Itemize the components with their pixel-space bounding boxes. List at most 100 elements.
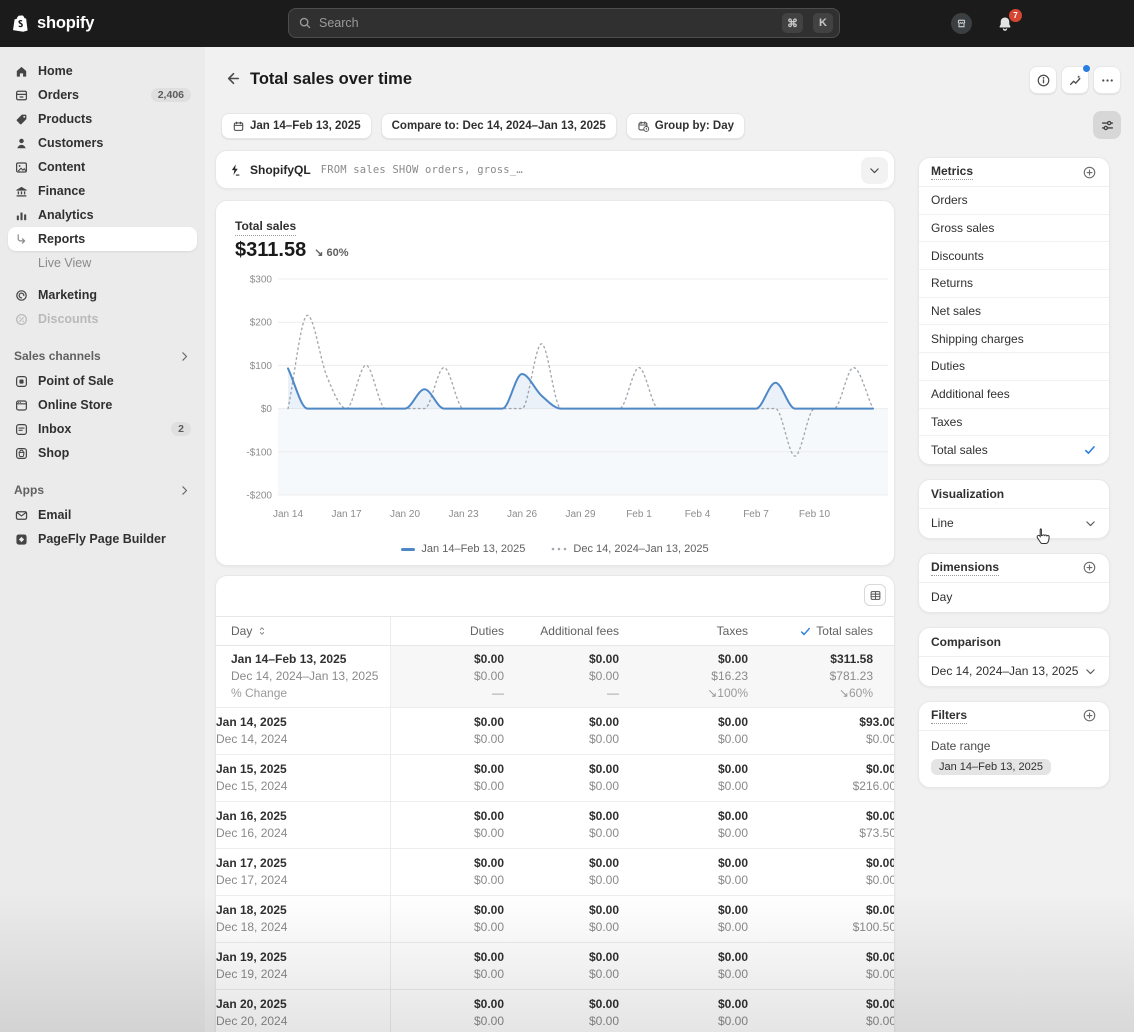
sidebar-item-analytics[interactable]: Analytics (8, 203, 197, 227)
store-avatar-button[interactable] (950, 13, 972, 35)
column-header-taxes[interactable]: Taxes (619, 624, 748, 638)
metric-item-total-sales[interactable]: Total sales (919, 436, 1109, 464)
sidebar-section-sales-channels[interactable]: Sales channels (8, 343, 197, 369)
new-feature-dot (1083, 65, 1090, 72)
table-card: DayDutiesAdditional feesTaxesTotal sales… (215, 575, 895, 1032)
day-cell: Jan 16, 2025Dec 16, 2024 (216, 802, 391, 848)
metric-item-taxes[interactable]: Taxes (919, 409, 1109, 437)
value-cell: $0.00$0.00 (748, 990, 895, 1032)
sidebar-item-pagefly-page-builder[interactable]: PageFly Page Builder (8, 527, 197, 551)
value-cell: $0.00$0.00 (619, 943, 748, 989)
value-cell: $0.00$0.00 (391, 896, 504, 942)
sidebar-item-content[interactable]: Content (8, 155, 197, 179)
compare-to-pill[interactable]: Compare to: Dec 14, 2024–Jan 13, 2025 (381, 113, 617, 139)
insights-button[interactable] (1061, 66, 1089, 94)
column-header-additional-fees[interactable]: Additional fees (504, 624, 619, 638)
sidebar-item-orders[interactable]: Orders2,406 (8, 83, 197, 107)
date-range-pill[interactable]: Jan 14–Feb 13, 2025 (221, 113, 372, 139)
value-cell: $0.00$0.00 (504, 943, 619, 989)
shopify-logo[interactable]: shopify (10, 0, 94, 47)
metric-item-shipping-charges[interactable]: Shipping charges (919, 325, 1109, 353)
sidebar-item-label: Shop (38, 446, 69, 460)
sidebar-item-label: Content (38, 160, 85, 174)
store-avatar-icon (951, 13, 972, 34)
metric-item-gross-sales[interactable]: Gross sales (919, 215, 1109, 243)
sidebar-item-label: Orders (38, 88, 79, 102)
svg-text:Jan 26: Jan 26 (507, 509, 537, 520)
metric-item-net-sales[interactable]: Net sales (919, 298, 1109, 326)
customize-panel-toggle[interactable] (1093, 111, 1121, 139)
compare-to-label: Compare to: Dec 14, 2024–Jan 13, 2025 (392, 120, 606, 132)
metric-item-discounts[interactable]: Discounts (919, 242, 1109, 270)
value-cell: $0.00$0.00 (504, 802, 619, 848)
point-of-sale-icon (14, 374, 29, 389)
add-dimension-button[interactable] (1082, 560, 1097, 575)
value-cell: $0.00$0.00 (391, 849, 504, 895)
day-cell: Jan 18, 2025Dec 18, 2024 (216, 896, 391, 942)
column-header-duties[interactable]: Duties (391, 624, 504, 638)
summary-value-cell: $0.00$0.00— (391, 646, 504, 707)
sidebar-item-online-store[interactable]: Online Store (8, 393, 197, 417)
svg-text:Jan 17: Jan 17 (331, 509, 361, 520)
more-actions-button[interactable] (1093, 66, 1121, 94)
sidebar-item-customers[interactable]: Customers (8, 131, 197, 155)
visualization-value: Line (931, 516, 954, 530)
sidebar-item-reports[interactable]: Reports (8, 227, 197, 251)
chart-metric-label[interactable]: Total sales (235, 219, 296, 236)
metric-item-returns[interactable]: Returns (919, 270, 1109, 298)
sidebar-item-home[interactable]: Home (8, 59, 197, 83)
metric-item-label: Total sales (931, 443, 988, 457)
search-input[interactable] (319, 16, 772, 30)
sidebar-item-live-view[interactable]: Live View (8, 251, 197, 275)
metric-item-duties[interactable]: Duties (919, 353, 1109, 381)
metric-item-additional-fees[interactable]: Additional fees (919, 381, 1109, 409)
table-view-button[interactable] (864, 584, 886, 606)
group-by-pill[interactable]: Group by: Day (626, 113, 745, 139)
add-filter-button[interactable] (1082, 708, 1097, 723)
value-cell: $0.00$0.00 (619, 849, 748, 895)
column-header-day[interactable]: Day (216, 617, 391, 645)
svg-text:Feb 1: Feb 1 (626, 509, 652, 520)
sidebar-item-inbox[interactable]: Inbox2 (8, 417, 197, 441)
sort-icon (256, 625, 268, 637)
page-title: Total sales over time (250, 70, 412, 89)
chevron-right-icon (178, 350, 191, 363)
table-header-row: DayDutiesAdditional feesTaxesTotal sales (216, 616, 894, 646)
sidebar-item-point-of-sale[interactable]: Point of Sale (8, 369, 197, 393)
sidebar-item-label: Finance (38, 184, 85, 198)
shopifyql-expand-button[interactable] (861, 157, 888, 184)
sidebar-item-email[interactable]: Email (8, 503, 197, 527)
metric-item-orders[interactable]: Orders (919, 187, 1109, 215)
email-icon (14, 508, 29, 523)
orders-icon (14, 88, 29, 103)
sidebar-item-marketing[interactable]: Marketing (8, 283, 197, 307)
svg-text:Feb 10: Feb 10 (799, 509, 831, 520)
dimension-item-day[interactable]: Day (919, 583, 1109, 612)
topbar-right: 7 (950, 0, 1016, 47)
global-search[interactable]: ⌘ K (288, 8, 840, 38)
legend-item-dec-14-2024-jan-13-2025: Dec 14, 2024–Jan 13, 2025 (551, 543, 708, 555)
marketing-icon (14, 288, 29, 303)
notifications-button[interactable]: 7 (994, 13, 1016, 35)
add-metric-button[interactable] (1082, 165, 1097, 180)
sidebar-item-shop[interactable]: Shop (8, 441, 197, 465)
column-header-total-sales[interactable]: Total sales (748, 624, 895, 638)
date-range-filter-tag[interactable]: Jan 14–Feb 13, 2025 (931, 759, 1051, 775)
summary-value-cell: $0.00$0.00— (504, 646, 619, 707)
sidebar-item-products[interactable]: Products (8, 107, 197, 131)
table-row-jan-20-2025: Jan 20, 2025Dec 20, 2024$0.00$0.00$0.00$… (216, 989, 894, 1032)
inbox-icon (14, 422, 29, 437)
value-cell: $0.00$0.00 (391, 943, 504, 989)
info-button[interactable] (1029, 66, 1057, 94)
visualization-select[interactable]: Line (919, 509, 1109, 538)
svg-text:Jan 20: Jan 20 (390, 509, 420, 520)
sidebar-item-finance[interactable]: Finance (8, 179, 197, 203)
back-button[interactable] (221, 65, 247, 91)
sliders-icon (1100, 118, 1115, 133)
svg-text:$200: $200 (250, 318, 273, 329)
day-cell: Jan 15, 2025Dec 15, 2024 (216, 755, 391, 801)
sidebar-section-apps[interactable]: Apps (8, 477, 197, 503)
sidebar-section-title: Sales channels (14, 349, 101, 363)
shopifyql-bar[interactable]: ShopifyQL FROM sales SHOW orders, gross_… (215, 150, 895, 189)
comparison-select[interactable]: Dec 14, 2024–Jan 13, 2025 (919, 657, 1109, 686)
